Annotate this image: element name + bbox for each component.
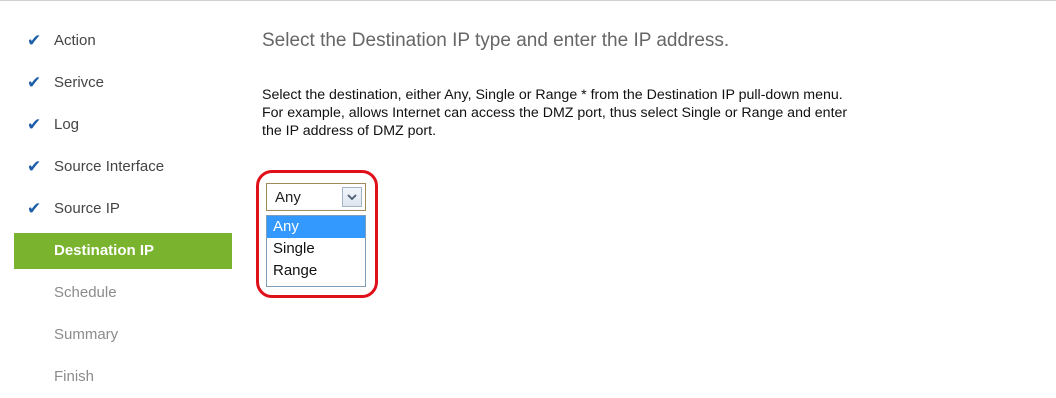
sidebar-step-label: Log [54,116,80,133]
chevron-down-icon-glyph [347,193,357,200]
sidebar-step-label: Destination IP [54,242,155,259]
sidebar-step-label: Schedule [54,284,117,301]
check-icon: ✔ [27,31,42,51]
wizard-steps-sidebar: ✔ Action ✔ Serivce ✔ Log ✔ Source Interf… [14,20,232,398]
sidebar-step-log[interactable]: ✔ Log [14,104,232,146]
sidebar-step-label: Source IP [54,200,120,217]
sidebar-step-finish: Finish [14,356,232,398]
top-divider [0,0,1056,1]
check-icon: ✔ [27,115,42,135]
sidebar-step-source-interface[interactable]: ✔ Source Interface [14,146,232,188]
chevron-down-icon[interactable] [342,187,362,207]
select-current-value: Any [275,189,301,206]
check-icon: ✔ [27,199,42,219]
check-icon: ✔ [27,157,42,177]
option-any[interactable]: Any [267,216,365,238]
sidebar-step-service[interactable]: ✔ Serivce [14,62,232,104]
instructions-line: Select the destination, either Any, Sing… [262,87,843,103]
sidebar-step-label: Serivce [54,74,105,91]
sidebar-step-destination-ip[interactable]: Destination IP [14,233,232,269]
option-range[interactable]: Range [267,260,365,282]
page-heading: Select the Destination IP type and enter… [262,30,730,51]
sidebar-step-summary: Summary [14,314,232,356]
option-single[interactable]: Single [267,238,365,260]
instructions-text: Select the destination, either Any, Sing… [262,86,1052,140]
sidebar-step-label: Finish [54,368,95,385]
instructions-line: For example, allows Internet can access … [262,105,848,121]
destination-ip-select[interactable]: Any [266,183,366,211]
sidebar-step-schedule: Schedule [14,272,232,314]
sidebar-step-source-ip[interactable]: ✔ Source IP [14,188,232,230]
sidebar-step-action[interactable]: ✔ Action [14,20,232,62]
sidebar-step-label: Source Interface [54,158,165,175]
sidebar-step-label: Summary [54,326,119,343]
sidebar-step-label: Action [54,32,96,49]
instructions-line: the IP address of DMZ port. [262,123,437,139]
check-icon: ✔ [27,73,42,93]
destination-ip-options-list[interactable]: Any Single Range [266,215,366,287]
